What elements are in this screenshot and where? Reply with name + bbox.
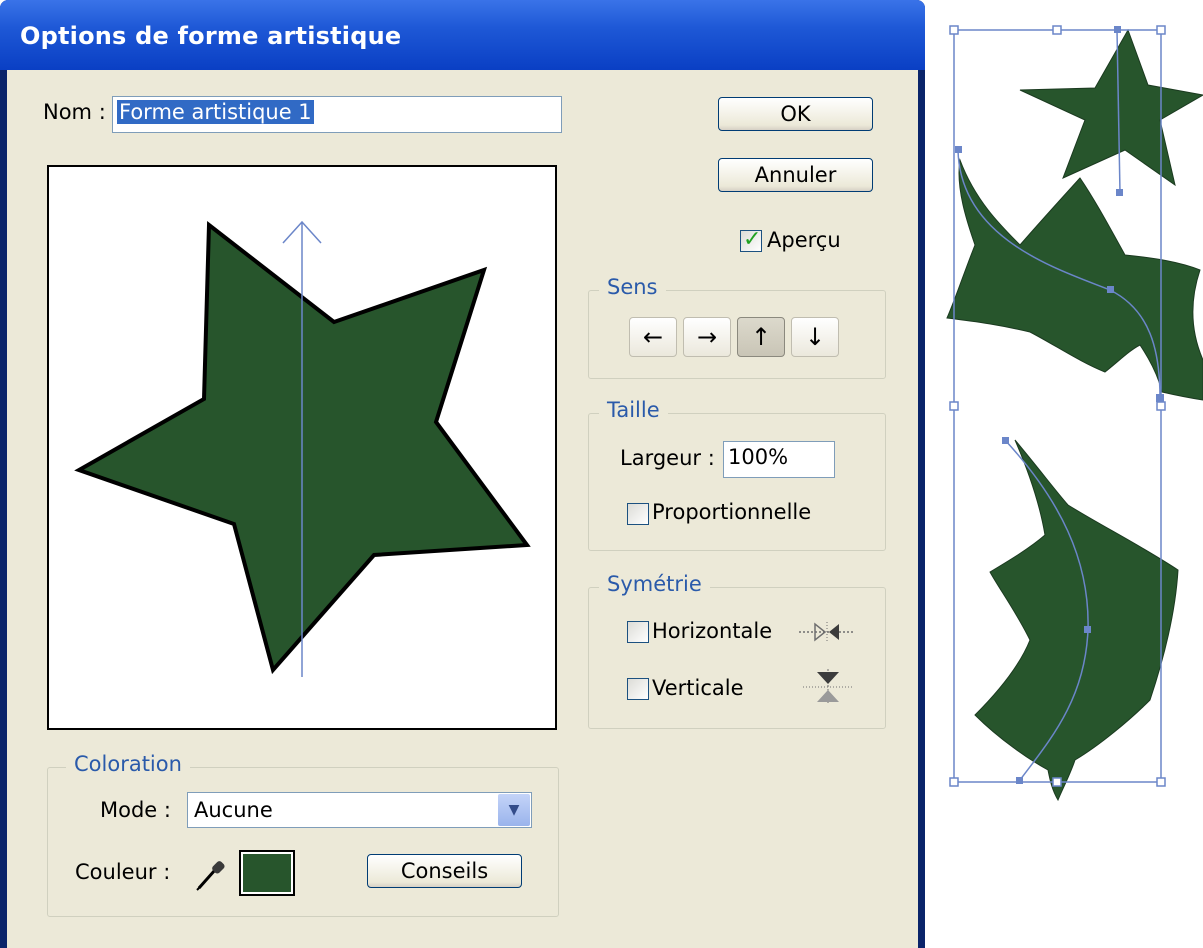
direction-up-button[interactable]: ↑: [737, 317, 785, 357]
cancel-button[interactable]: Annuler: [718, 158, 873, 192]
arrow-left-icon: ←: [642, 323, 664, 351]
arrow-right-icon: →: [696, 323, 718, 351]
direction-buttons: ← → ↑ ↓: [629, 317, 849, 357]
bent-star-artwork: [946, 158, 1203, 401]
flip-vertical-icon: [803, 669, 853, 705]
canvas-artwork: [946, 25, 1203, 802]
dialog-window: Options de forme artistique Nom : Forme …: [0, 0, 925, 948]
preview-label: Aperçu: [767, 228, 841, 252]
mode-dropdown[interactable]: Aucune ▼: [187, 792, 532, 828]
colorization-group: Coloration: [47, 752, 559, 917]
name-label: Nom :: [43, 100, 106, 124]
star-shape: [74, 221, 531, 675]
size-group: Taille Largeur : 100% Proportionnelle: [588, 398, 886, 551]
shape-preview: [47, 165, 557, 730]
color-label: Couleur :: [75, 860, 171, 884]
chevron-down-icon[interactable]: ▼: [498, 794, 530, 826]
curved-star-artwork: [974, 439, 1179, 802]
flip-legend: Symétrie: [599, 572, 710, 596]
proportional-checkbox[interactable]: [627, 503, 649, 525]
arrow-up-icon: ↑: [750, 323, 772, 351]
direction-group: Sens ← → ↑ ↓: [588, 275, 886, 379]
ok-button[interactable]: OK: [718, 97, 873, 131]
colorization-legend: Coloration: [66, 752, 190, 776]
proportional-label: Proportionnelle: [652, 500, 812, 524]
arrow-down-icon: ↓: [804, 323, 826, 351]
size-legend: Taille: [599, 398, 668, 422]
mode-value: Aucune: [194, 798, 273, 822]
flip-horizontal-label: Horizontale: [652, 619, 773, 643]
direction-left-button[interactable]: ←: [629, 317, 677, 357]
flip-vertical-checkbox[interactable]: [627, 678, 649, 700]
star-artwork: [1019, 28, 1203, 187]
dialog-title: Options de forme artistique: [20, 22, 402, 50]
name-input[interactable]: Forme artistique 1: [112, 96, 562, 133]
tips-button[interactable]: Conseils: [367, 854, 522, 888]
flip-horizontal-checkbox[interactable]: [627, 621, 649, 643]
flip-group: Symétrie Horizontale Verticale: [588, 572, 886, 729]
preview-svg: [74, 220, 531, 677]
dialog-body: Nom : Forme artistique 1 OK Annuler Aper…: [7, 70, 918, 948]
flip-vertical-label: Verticale: [652, 676, 744, 700]
width-input[interactable]: 100%: [723, 441, 835, 478]
title-bar[interactable]: Options de forme artistique: [0, 0, 925, 70]
mode-label: Mode :: [100, 798, 171, 822]
direction-right-button[interactable]: →: [683, 317, 731, 357]
name-input-value: Forme artistique 1: [117, 100, 314, 124]
flip-horizontal-icon: [799, 622, 855, 642]
width-label: Largeur :: [620, 446, 715, 470]
preview-checkbox[interactable]: [740, 227, 762, 252]
direction-down-button[interactable]: ↓: [791, 317, 839, 357]
color-swatch[interactable]: [239, 850, 295, 896]
eyedropper-icon[interactable]: [195, 858, 227, 892]
direction-legend: Sens: [599, 275, 666, 299]
